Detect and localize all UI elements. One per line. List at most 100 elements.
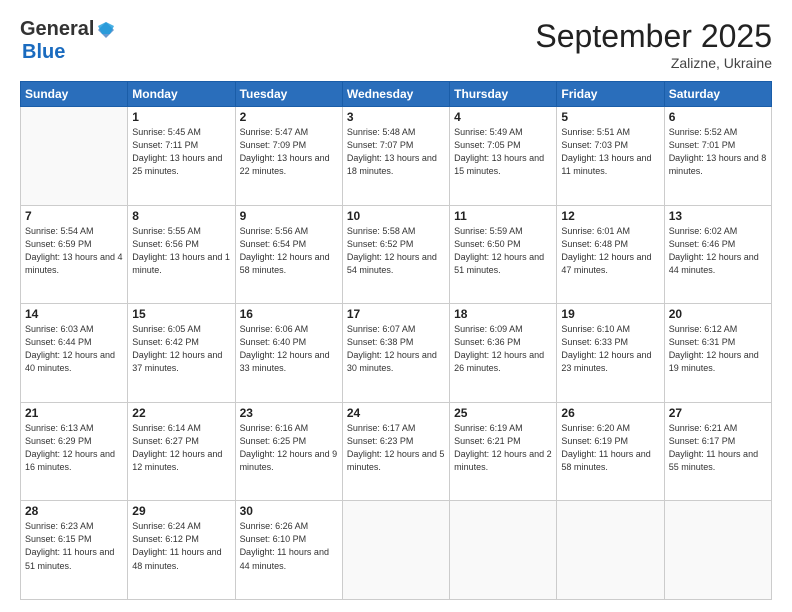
calendar-week-4: 21 Sunrise: 6:13 AM Sunset: 6:29 PM Dayli… — [21, 402, 772, 501]
calendar-cell — [21, 107, 128, 206]
day-number: 25 — [454, 406, 552, 420]
calendar-cell — [557, 501, 664, 600]
calendar-cell: 17Sunrise: 6:07 AM Sunset: 6:38 PM Dayli… — [342, 304, 449, 403]
header: General Blue September 2025 Zalizne, Ukr… — [20, 18, 772, 71]
calendar-week-3: 14 Sunrise: 6:03 AM Sunset: 6:44 PM Dayli… — [21, 304, 772, 403]
day-info: Sunrise: 6:23 AM Sunset: 6:15 PM Dayligh… — [25, 520, 123, 572]
calendar-cell: 20Sunrise: 6:12 AM Sunset: 6:31 PM Dayli… — [664, 304, 771, 403]
day-info: Sunrise: 5:55 AM Sunset: 6:56 PM Dayligh… — [132, 225, 230, 277]
day-number: 29 — [132, 504, 230, 518]
day-number: 20 — [669, 307, 767, 321]
day-number: 21 — [25, 406, 123, 420]
day-info: Sunrise: 5:47 AM Sunset: 7:09 PM Dayligh… — [240, 126, 338, 178]
calendar-cell: 11 Sunrise: 5:59 AM Sunset: 6:50 PM Dayli… — [450, 205, 557, 304]
calendar-cell: 25 Sunrise: 6:19 AM Sunset: 6:21 PM Dayli… — [450, 402, 557, 501]
calendar-cell: 22 Sunrise: 6:14 AM Sunset: 6:27 PM Dayli… — [128, 402, 235, 501]
day-number: 13 — [669, 209, 767, 223]
calendar-cell: 18 Sunrise: 6:09 AM Sunset: 6:36 PM Dayli… — [450, 304, 557, 403]
day-number: 1 — [132, 110, 230, 124]
calendar-week-2: 7 Sunrise: 5:54 AM Sunset: 6:59 PM Daylig… — [21, 205, 772, 304]
col-saturday: Saturday — [664, 82, 771, 107]
day-info: Sunrise: 6:17 AM Sunset: 6:23 PM Dayligh… — [347, 422, 445, 474]
day-info: Sunrise: 5:54 AM Sunset: 6:59 PM Dayligh… — [25, 225, 123, 277]
day-number: 8 — [132, 209, 230, 223]
day-number: 15 — [132, 307, 230, 321]
calendar-cell: 16 Sunrise: 6:06 AM Sunset: 6:40 PM Dayli… — [235, 304, 342, 403]
calendar-cell: 13 Sunrise: 6:02 AM Sunset: 6:46 PM Dayli… — [664, 205, 771, 304]
day-info: Sunrise: 6:02 AM Sunset: 6:46 PM Dayligh… — [669, 225, 767, 277]
day-number: 16 — [240, 307, 338, 321]
day-info: Sunrise: 5:45 AM Sunset: 7:11 PM Dayligh… — [132, 126, 230, 178]
day-info: Sunrise: 6:16 AM Sunset: 6:25 PM Dayligh… — [240, 422, 338, 474]
day-number: 2 — [240, 110, 338, 124]
day-number: 19 — [561, 307, 659, 321]
col-wednesday: Wednesday — [342, 82, 449, 107]
calendar-cell: 9 Sunrise: 5:56 AM Sunset: 6:54 PM Daylig… — [235, 205, 342, 304]
day-number: 11 — [454, 209, 552, 223]
calendar-subtitle: Zalizne, Ukraine — [535, 55, 772, 71]
calendar-title: September 2025 — [535, 18, 772, 55]
calendar-cell: 8 Sunrise: 5:55 AM Sunset: 6:56 PM Daylig… — [128, 205, 235, 304]
calendar-cell: 30 Sunrise: 6:26 AM Sunset: 6:10 PM Dayli… — [235, 501, 342, 600]
calendar-cell: 12Sunrise: 6:01 AM Sunset: 6:48 PM Dayli… — [557, 205, 664, 304]
logo-text: General — [20, 18, 116, 41]
calendar-cell: 23 Sunrise: 6:16 AM Sunset: 6:25 PM Dayli… — [235, 402, 342, 501]
day-number: 22 — [132, 406, 230, 420]
day-number: 18 — [454, 307, 552, 321]
calendar-cell: 26Sunrise: 6:20 AM Sunset: 6:19 PM Dayli… — [557, 402, 664, 501]
calendar-cell: 19 Sunrise: 6:10 AM Sunset: 6:33 PM Dayli… — [557, 304, 664, 403]
day-number: 10 — [347, 209, 445, 223]
day-number: 9 — [240, 209, 338, 223]
calendar-cell: 21 Sunrise: 6:13 AM Sunset: 6:29 PM Dayli… — [21, 402, 128, 501]
calendar-table: Sunday Monday Tuesday Wednesday Thursday… — [20, 81, 772, 600]
calendar-cell: 24Sunrise: 6:17 AM Sunset: 6:23 PM Dayli… — [342, 402, 449, 501]
calendar-cell: 3Sunrise: 5:48 AM Sunset: 7:07 PM Daylig… — [342, 107, 449, 206]
day-info: Sunrise: 5:51 AM Sunset: 7:03 PM Dayligh… — [561, 126, 659, 178]
calendar-cell: 28Sunrise: 6:23 AM Sunset: 6:15 PM Dayli… — [21, 501, 128, 600]
day-info: Sunrise: 6:01 AM Sunset: 6:48 PM Dayligh… — [561, 225, 659, 277]
calendar-cell: 10Sunrise: 5:58 AM Sunset: 6:52 PM Dayli… — [342, 205, 449, 304]
calendar-cell: 2 Sunrise: 5:47 AM Sunset: 7:09 PM Daylig… — [235, 107, 342, 206]
day-number: 7 — [25, 209, 123, 223]
day-info: Sunrise: 5:48 AM Sunset: 7:07 PM Dayligh… — [347, 126, 445, 178]
title-block: September 2025 Zalizne, Ukraine — [535, 18, 772, 71]
day-info: Sunrise: 6:20 AM Sunset: 6:19 PM Dayligh… — [561, 422, 659, 474]
col-tuesday: Tuesday — [235, 82, 342, 107]
day-info: Sunrise: 6:09 AM Sunset: 6:36 PM Dayligh… — [454, 323, 552, 375]
day-info: Sunrise: 6:03 AM Sunset: 6:44 PM Dayligh… — [25, 323, 123, 375]
calendar-cell: 4 Sunrise: 5:49 AM Sunset: 7:05 PM Daylig… — [450, 107, 557, 206]
day-info: Sunrise: 6:07 AM Sunset: 6:38 PM Dayligh… — [347, 323, 445, 375]
day-number: 4 — [454, 110, 552, 124]
day-info: Sunrise: 6:06 AM Sunset: 6:40 PM Dayligh… — [240, 323, 338, 375]
calendar-cell — [450, 501, 557, 600]
calendar-cell: 6 Sunrise: 5:52 AM Sunset: 7:01 PM Daylig… — [664, 107, 771, 206]
calendar-cell: 29Sunrise: 6:24 AM Sunset: 6:12 PM Dayli… — [128, 501, 235, 600]
calendar-header-row: Sunday Monday Tuesday Wednesday Thursday… — [21, 82, 772, 107]
day-info: Sunrise: 5:52 AM Sunset: 7:01 PM Dayligh… — [669, 126, 767, 178]
day-info: Sunrise: 5:59 AM Sunset: 6:50 PM Dayligh… — [454, 225, 552, 277]
logo-general: General — [20, 18, 94, 41]
day-number: 14 — [25, 307, 123, 321]
calendar-cell — [664, 501, 771, 600]
calendar-cell: 5 Sunrise: 5:51 AM Sunset: 7:03 PM Daylig… — [557, 107, 664, 206]
day-number: 23 — [240, 406, 338, 420]
day-number: 5 — [561, 110, 659, 124]
day-info: Sunrise: 5:49 AM Sunset: 7:05 PM Dayligh… — [454, 126, 552, 178]
calendar-cell — [342, 501, 449, 600]
day-info: Sunrise: 6:14 AM Sunset: 6:27 PM Dayligh… — [132, 422, 230, 474]
day-number: 30 — [240, 504, 338, 518]
calendar-cell: 1 Sunrise: 5:45 AM Sunset: 7:11 PM Daylig… — [128, 107, 235, 206]
calendar-week-5: 28Sunrise: 6:23 AM Sunset: 6:15 PM Dayli… — [21, 501, 772, 600]
day-info: Sunrise: 5:56 AM Sunset: 6:54 PM Dayligh… — [240, 225, 338, 277]
day-number: 6 — [669, 110, 767, 124]
calendar-cell: 7 Sunrise: 5:54 AM Sunset: 6:59 PM Daylig… — [21, 205, 128, 304]
col-friday: Friday — [557, 82, 664, 107]
calendar-week-1: 1 Sunrise: 5:45 AM Sunset: 7:11 PM Daylig… — [21, 107, 772, 206]
day-info: Sunrise: 6:21 AM Sunset: 6:17 PM Dayligh… — [669, 422, 767, 474]
day-info: Sunrise: 6:19 AM Sunset: 6:21 PM Dayligh… — [454, 422, 552, 474]
day-info: Sunrise: 6:10 AM Sunset: 6:33 PM Dayligh… — [561, 323, 659, 375]
day-info: Sunrise: 6:26 AM Sunset: 6:10 PM Dayligh… — [240, 520, 338, 572]
day-info: Sunrise: 6:13 AM Sunset: 6:29 PM Dayligh… — [25, 422, 123, 474]
logo-icon — [96, 20, 116, 40]
col-monday: Monday — [128, 82, 235, 107]
